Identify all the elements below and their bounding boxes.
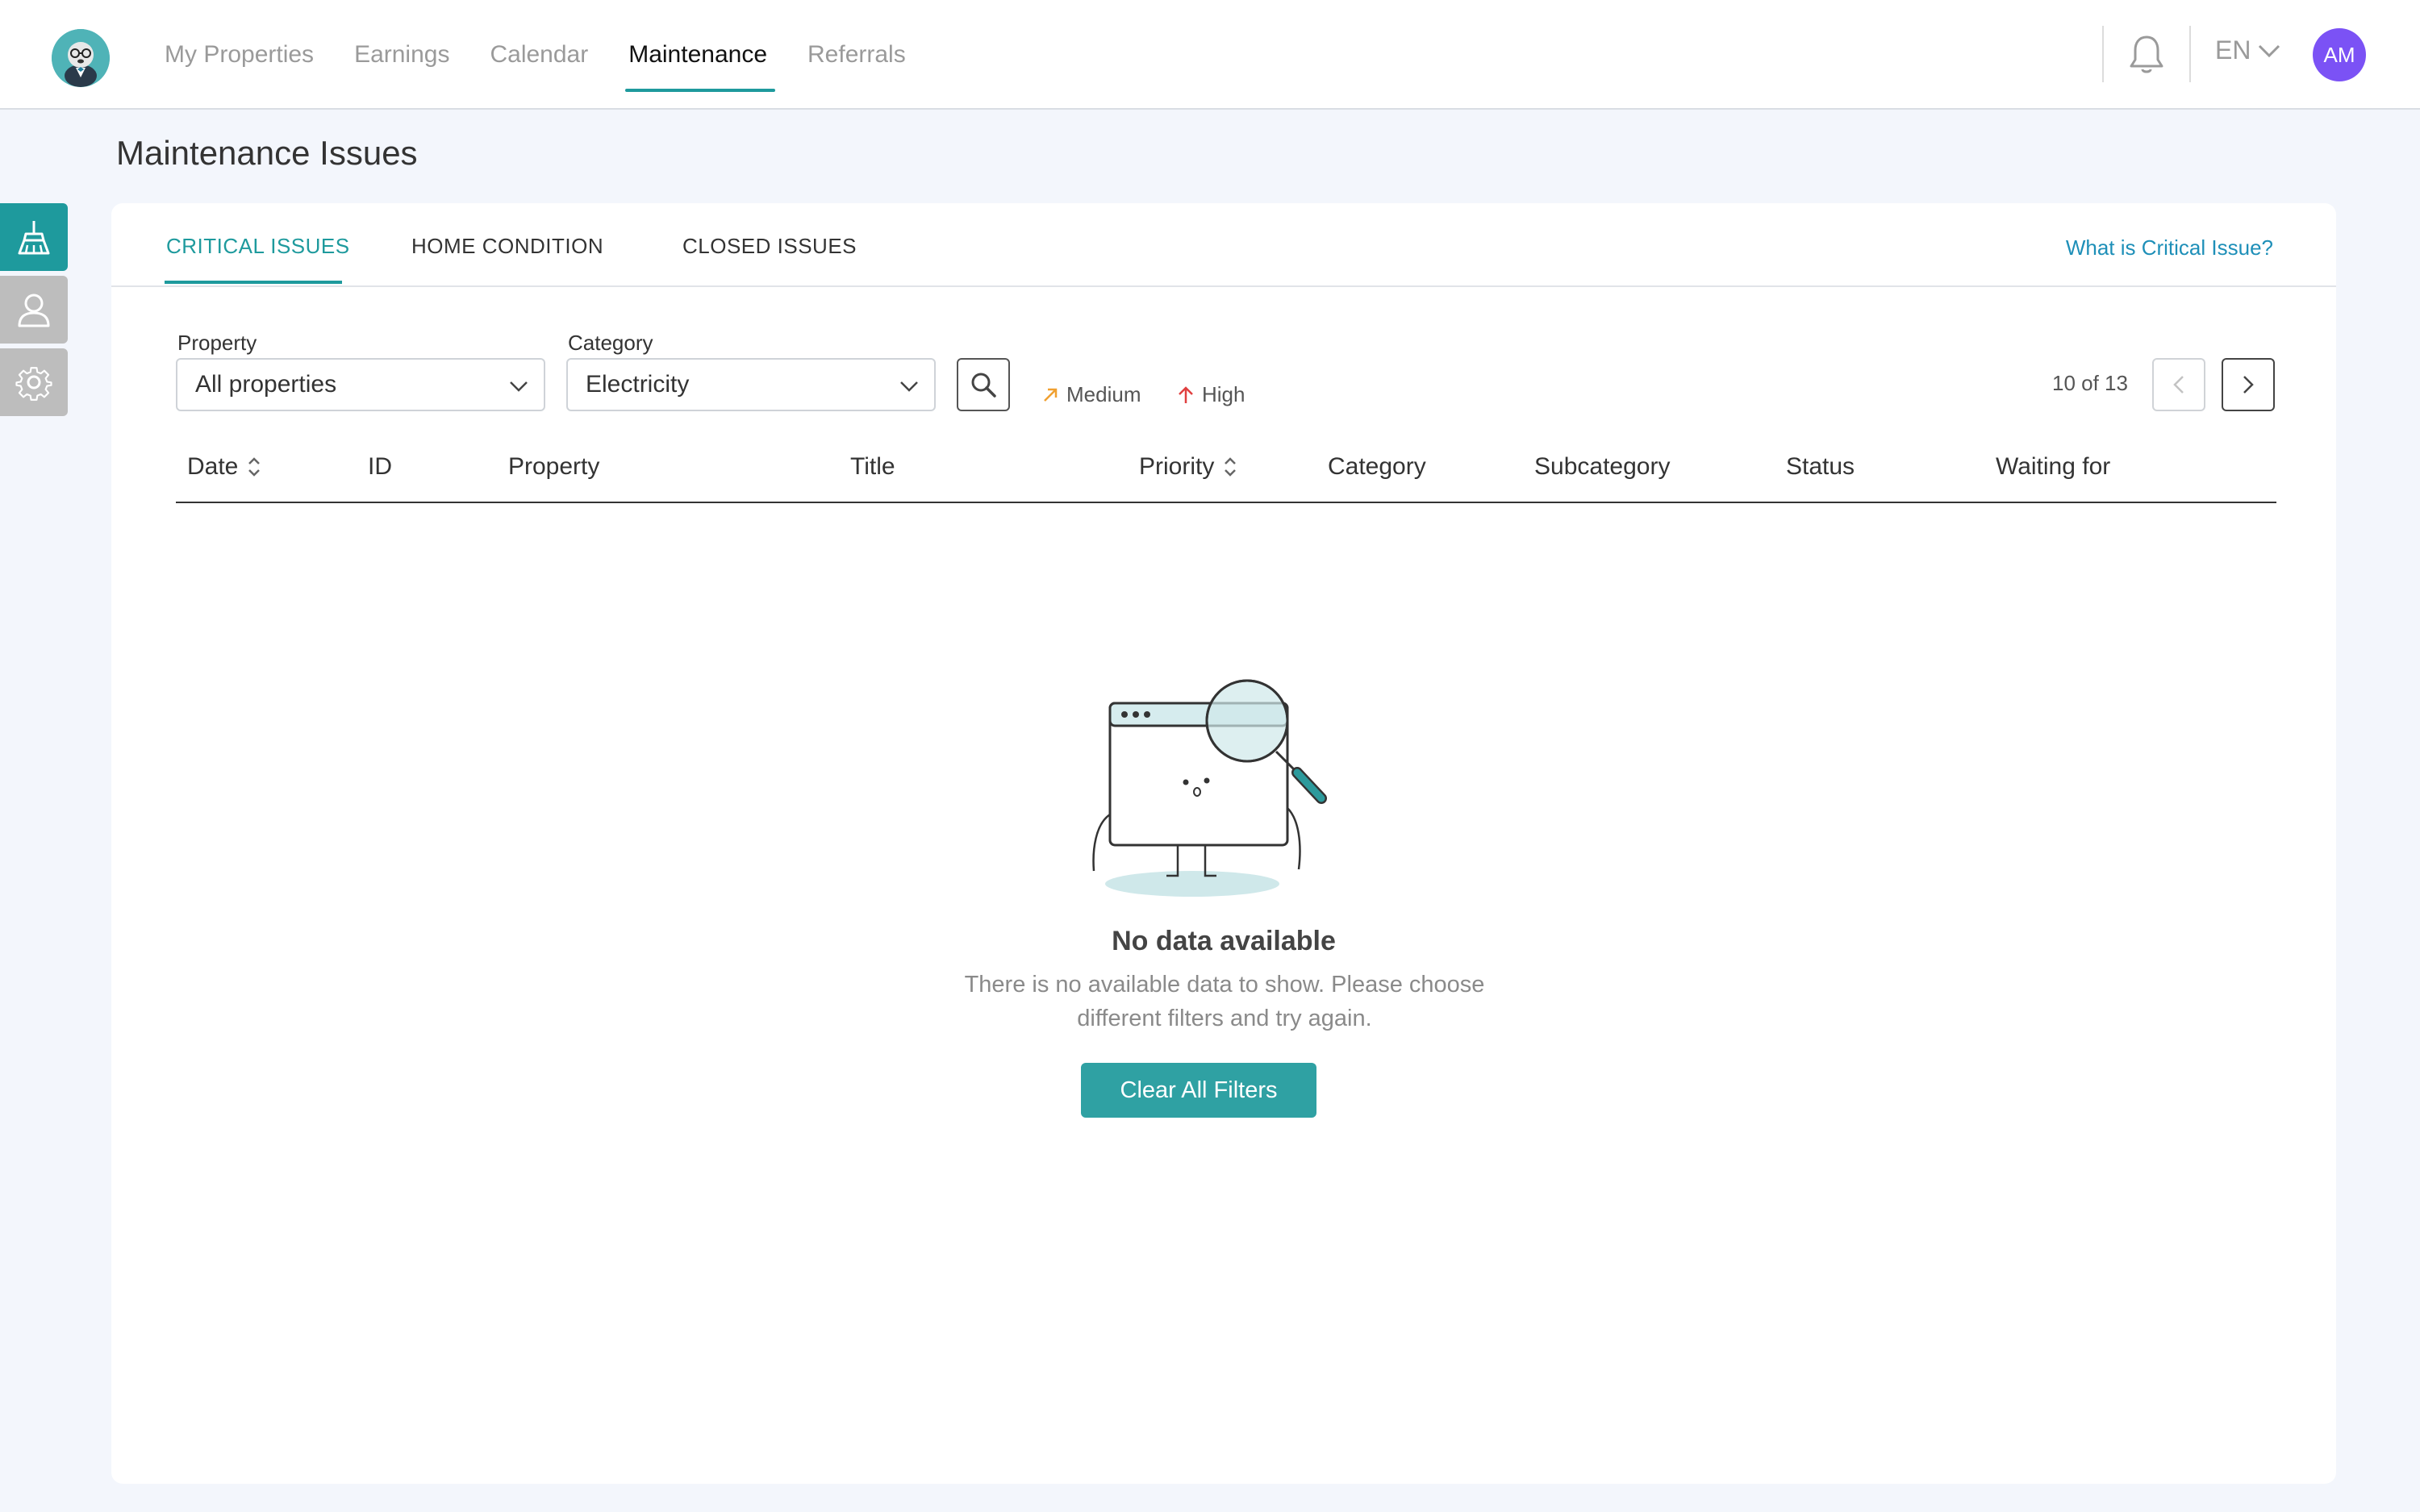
clear-all-filters-button[interactable]: Clear All Filters	[1081, 1063, 1316, 1118]
header-divider	[2189, 26, 2191, 82]
legend-high-label: High	[1202, 382, 1245, 406]
category-select[interactable]: Electricity	[566, 358, 936, 411]
nav-my-properties[interactable]: My Properties	[165, 0, 314, 110]
user-icon	[18, 294, 50, 327]
arrow-up-icon	[1179, 385, 1193, 403]
page-title: Maintenance Issues	[116, 134, 418, 172]
legend-high: High	[1176, 382, 1245, 407]
language-label: EN	[2215, 35, 2251, 65]
column-priority[interactable]: Priority	[1139, 453, 1238, 481]
column-title: Title	[850, 453, 895, 480]
column-property: Property	[508, 453, 600, 480]
bell-icon[interactable]	[2126, 32, 2167, 77]
sidebar-item-settings[interactable]	[0, 348, 68, 416]
issue-tabs: CRITICAL ISSUES HOME CONDITION CLOSED IS…	[111, 203, 2336, 287]
prev-page-button[interactable]	[2152, 358, 2205, 411]
empty-state-description: There is no available data to show. Plea…	[964, 972, 1485, 1031]
column-priority-label: Priority	[1139, 453, 1215, 480]
column-id: ID	[368, 453, 392, 480]
side-rail	[0, 203, 68, 421]
critical-issue-help-link[interactable]: What is Critical Issue?	[2066, 235, 2273, 260]
main-nav: My Properties Earnings Calendar Maintena…	[165, 0, 946, 110]
empty-state-title: No data available	[1112, 926, 1336, 956]
avatar[interactable]: AM	[2313, 28, 2366, 81]
column-date[interactable]: Date	[187, 453, 262, 481]
sidebar-item-profile[interactable]	[0, 276, 68, 344]
top-header: My Properties Earnings Calendar Maintena…	[0, 0, 2420, 110]
tab-home-condition[interactable]: HOME CONDITION	[411, 234, 603, 259]
issues-card: CRITICAL ISSUES HOME CONDITION CLOSED IS…	[111, 203, 2336, 1484]
nav-calendar[interactable]: Calendar	[490, 0, 588, 110]
column-category: Category	[1328, 453, 1426, 480]
search-button[interactable]	[957, 358, 1010, 411]
nav-referrals[interactable]: Referrals	[807, 0, 906, 110]
logo-icon	[52, 29, 110, 87]
arrow-up-right-icon	[1044, 388, 1058, 402]
category-select-value: Electricity	[586, 371, 690, 398]
tab-critical-issues[interactable]: CRITICAL ISSUES	[166, 234, 350, 259]
chevron-left-icon	[2173, 376, 2184, 394]
nav-maintenance[interactable]: Maintenance	[625, 0, 775, 110]
column-waiting-for: Waiting for	[1996, 453, 2111, 480]
column-status: Status	[1786, 453, 1855, 480]
nav-earnings[interactable]: Earnings	[354, 0, 449, 110]
table-header: Date ID Property Title Priority Category…	[176, 445, 2276, 503]
property-select[interactable]: All properties	[176, 358, 545, 411]
sort-icon	[248, 457, 261, 477]
logo[interactable]	[52, 29, 110, 87]
chevron-right-icon	[2243, 376, 2254, 394]
next-page-button[interactable]	[2222, 358, 2275, 411]
property-select-value: All properties	[195, 371, 337, 398]
property-filter-label: Property	[177, 331, 257, 355]
header-divider	[2102, 26, 2104, 82]
tab-active-indicator	[165, 281, 342, 284]
sidebar-item-maintenance[interactable]	[0, 203, 68, 271]
sort-icon	[1225, 457, 1237, 477]
language-selector[interactable]: EN	[2215, 35, 2281, 65]
chevron-down-icon	[510, 381, 528, 392]
column-subcategory: Subcategory	[1534, 453, 1671, 480]
category-filter-label: Category	[568, 331, 653, 355]
legend-medium: Medium	[1041, 382, 1141, 407]
column-date-label: Date	[187, 453, 239, 480]
gear-icon	[15, 367, 52, 401]
empty-state-illustration	[1092, 679, 1327, 897]
legend-medium-label: Medium	[1066, 382, 1141, 406]
tab-closed-issues[interactable]: CLOSED ISSUES	[682, 234, 857, 259]
chevron-down-icon	[900, 381, 918, 392]
pagination-text: 10 of 13	[2052, 371, 2128, 395]
broom-icon	[18, 221, 50, 255]
chevron-down-icon	[2259, 44, 2280, 57]
search-icon	[971, 373, 996, 398]
